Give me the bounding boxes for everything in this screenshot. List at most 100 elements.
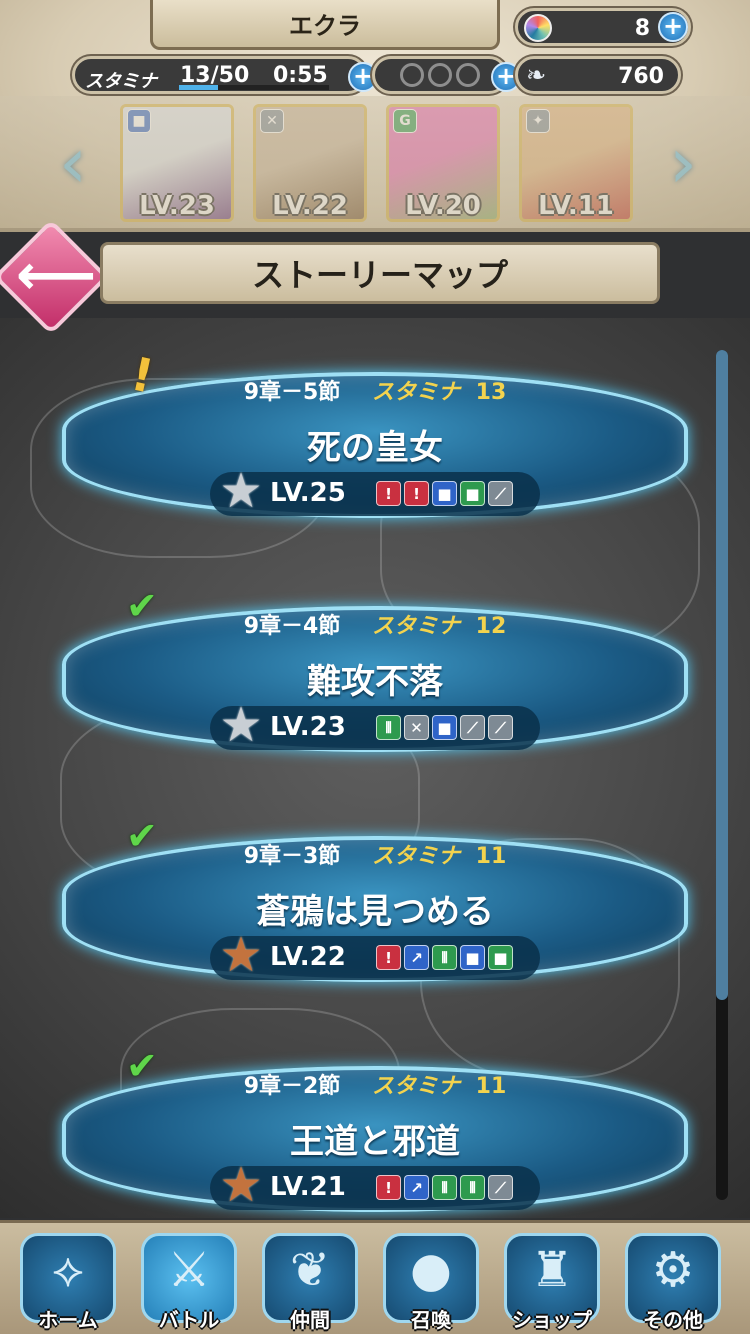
axe-icon: ⦀ xyxy=(432,1175,457,1200)
sword-icon: ! xyxy=(376,1175,401,1200)
lance-icon: ↗ xyxy=(404,1175,429,1200)
next-team-arrow-icon[interactable]: › xyxy=(648,108,718,218)
hero-slot-3[interactable]: G LV.20 xyxy=(386,104,500,222)
bottom-nav: ⟡ ホーム ⚔ バトル ❦ 仲間 ● 召喚 ♜ ショップ ⚙ その他 xyxy=(0,1220,750,1334)
top-header: エクラ 8 + スタミナ 13/50 0:55 + + ❧ 760 ‹ › ■ … xyxy=(0,0,750,232)
nav-label: 召喚 xyxy=(411,1308,451,1332)
player-name: エクラ xyxy=(150,0,500,50)
sacred-seal-counter: + xyxy=(372,56,521,94)
stamina-counter: スタミナ 13/50 0:55 + xyxy=(72,56,378,94)
sword-icon: ! xyxy=(376,945,401,970)
nav-misc[interactable]: ⚙ その他 xyxy=(617,1229,729,1334)
orb-counter: 8 + xyxy=(515,8,691,46)
tome-blue-icon: ■ xyxy=(432,715,457,740)
page-title: ストーリーマップ xyxy=(100,242,660,304)
axe-icon: ⦀ xyxy=(460,1175,485,1200)
staff-icon: ⟋ xyxy=(488,715,513,740)
stage-card-9-4[interactable]: ✔ 9章－4節 スタミナ 12 難攻不落 ★ LV.23 ⦀ ✕ ■ ⟋ ⟋ xyxy=(50,584,700,774)
stage-level: LV.23 xyxy=(270,712,346,742)
stage-level-row: ★ LV.25 !! ■ ■ ⟋ xyxy=(210,466,540,516)
enemy-weapon-types: ! ↗ ⦀ ⦀ ⟋ xyxy=(376,1175,516,1200)
stage-level: LV.25 xyxy=(270,478,346,508)
nav-home[interactable]: ⟡ ホーム xyxy=(12,1229,124,1334)
stage-level: LV.22 xyxy=(270,942,346,972)
stage-level: LV.21 xyxy=(270,1172,346,1202)
hero-slot-2[interactable]: ✕ LV.22 xyxy=(253,104,367,222)
dagger-icon: ✕ xyxy=(404,715,429,740)
empty-slot-icon xyxy=(456,63,480,87)
shuriken-icon: ✦ xyxy=(526,109,550,133)
stage-stamina-cost: 13 xyxy=(475,380,507,405)
nav-shop[interactable]: ♜ ショップ xyxy=(496,1229,608,1334)
stage-level-row: ★ LV.22 ! ↗ ⦀ ■ ■ xyxy=(210,930,540,980)
battle-icon: ⚔ xyxy=(167,1242,211,1298)
orb-icon xyxy=(524,14,552,42)
hero-portrait xyxy=(522,107,630,219)
stage-header: 9章－3節 スタミナ 11 xyxy=(120,838,630,869)
stage-level-row: ★ LV.21 ! ↗ ⦀ ⦀ ⟋ xyxy=(210,1160,540,1210)
axe-icon: ⦀ xyxy=(376,715,401,740)
enemy-weapon-types: ⦀ ✕ ■ ⟋ ⟋ xyxy=(376,715,516,740)
stage-card-9-2[interactable]: ✔ 9章－2節 スタミナ 11 王道と邪道 ★ LV.21 ! ↗ ⦀ ⦀ ⟋ xyxy=(50,1044,700,1234)
stage-stamina-label: スタミナ xyxy=(371,614,460,639)
stage-stamina-label: スタミナ xyxy=(371,844,460,869)
staff-icon: ⟋ xyxy=(488,481,513,506)
stage-card-9-3[interactable]: ✔ 9章－3節 スタミナ 11 蒼鴉は見つめる ★ LV.22 ! ↗ ⦀ ■ ■ xyxy=(50,814,700,1004)
stage-card-9-5[interactable]: ! 9章－5節 スタミナ 13 死の皇女 ★ LV.25 !! ■ ■ ⟋ xyxy=(50,346,700,540)
stage-header: 9章－4節 スタミナ 12 xyxy=(120,608,630,639)
scrollbar[interactable] xyxy=(716,350,728,1200)
feather-count: 760 xyxy=(618,64,664,89)
stamina-label: スタミナ xyxy=(85,71,157,92)
stage-chapter: 9章－4節 xyxy=(243,614,341,639)
stage-header: 9章－2節 スタミナ 11 xyxy=(120,1068,630,1099)
stamina-bar-fill xyxy=(179,85,218,90)
tome-blue-icon: ■ xyxy=(127,109,151,133)
previous-team-arrow-icon[interactable]: ‹ xyxy=(38,108,108,218)
home-icon: ⟡ xyxy=(52,1242,84,1298)
stage-chapter: 9章－2節 xyxy=(243,1074,341,1099)
scrollbar-thumb[interactable] xyxy=(716,350,728,1000)
gear-icon: ⚙ xyxy=(651,1242,695,1298)
hero-portrait xyxy=(256,107,364,219)
sword-icon: ! xyxy=(404,481,429,506)
stage-title: 王道と邪道 xyxy=(290,1122,460,1162)
back-arrow-icon[interactable]: ⟵ xyxy=(16,238,96,314)
add-orbs-icon[interactable]: + xyxy=(658,12,688,42)
empty-slot-icon xyxy=(400,63,424,87)
axe-icon: ⦀ xyxy=(432,945,457,970)
feather-icon: ❧ xyxy=(526,61,547,89)
nav-allies[interactable]: ❦ 仲間 xyxy=(254,1229,366,1334)
stamina-bar xyxy=(179,85,329,90)
stage-title: 難攻不落 xyxy=(307,662,443,702)
summon-icon: ● xyxy=(410,1242,452,1298)
stage-chapter: 9章－3節 xyxy=(243,844,341,869)
shop-icon: ♜ xyxy=(530,1242,574,1298)
tome-green-icon: G xyxy=(393,109,417,133)
enemy-weapon-types: ! ↗ ⦀ ■ ■ xyxy=(376,945,516,970)
enemy-weapon-types: !! ■ ■ ⟋ xyxy=(376,481,516,506)
stage-stamina-label: スタミナ xyxy=(371,380,460,405)
staff-icon: ⟋ xyxy=(488,1175,513,1200)
hero-slot-4[interactable]: ✦ LV.11 xyxy=(519,104,633,222)
stage-title: 蒼鴉は見つめる xyxy=(256,892,494,932)
nav-summon[interactable]: ● 召喚 xyxy=(375,1229,487,1334)
nav-label: バトル xyxy=(158,1308,220,1332)
bow-icon: ⟋ xyxy=(460,715,485,740)
tome-green-icon: ■ xyxy=(488,945,513,970)
hero-portrait xyxy=(123,107,231,219)
sword-icon: ! xyxy=(376,481,401,506)
dagger-icon: ✕ xyxy=(260,109,284,133)
bronze-star-icon: ★ xyxy=(219,927,263,983)
tome-blue-icon: ■ xyxy=(432,481,457,506)
nav-battle[interactable]: ⚔ バトル xyxy=(133,1229,245,1334)
stage-stamina-label: スタミナ xyxy=(371,1074,460,1099)
stage-level-row: ★ LV.23 ⦀ ✕ ■ ⟋ ⟋ xyxy=(210,700,540,750)
empty-slot-icon xyxy=(428,63,452,87)
stage-stamina-cost: 11 xyxy=(475,844,507,869)
nav-label: ホーム xyxy=(38,1308,98,1332)
hero-level: LV.11 xyxy=(538,191,614,221)
hero-level: LV.20 xyxy=(405,191,481,221)
silver-star-icon: ★ xyxy=(219,463,263,519)
nav-label: ショップ xyxy=(512,1308,592,1332)
hero-slot-1[interactable]: ■ LV.23 xyxy=(120,104,234,222)
